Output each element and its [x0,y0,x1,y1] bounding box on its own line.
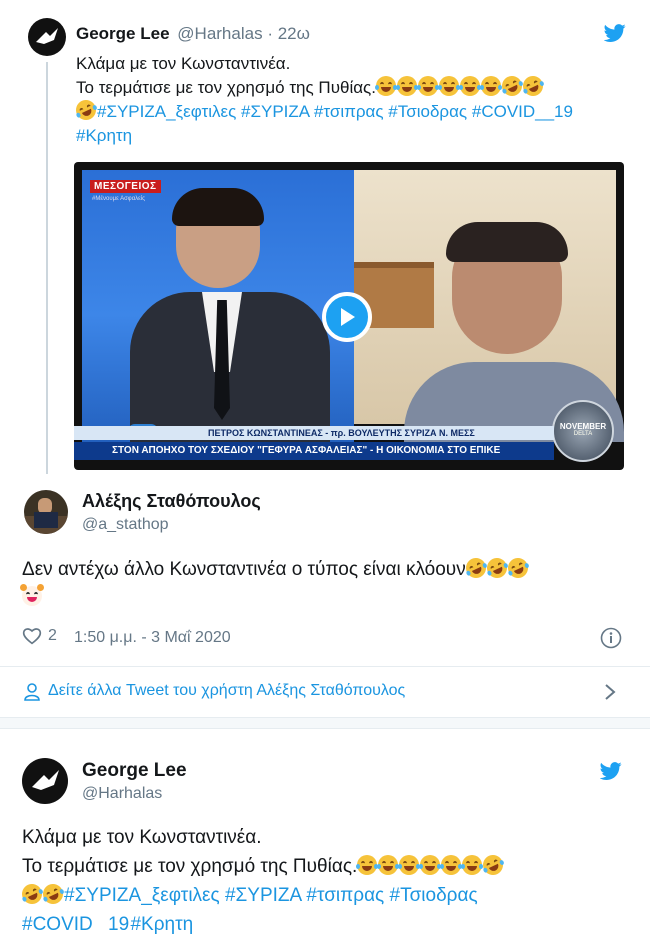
hashtag-link[interactable]: #Κρητη [76,126,132,145]
reply-text: Δεν αντέχω άλλο Κωνσταντινέα ο τύπος είν… [22,559,466,580]
channel-subtitle: #Μένουμε Ασφαλείς [92,196,146,202]
hashtag-link[interactable]: #τσιπρας [314,102,384,121]
clown-emoji-icon [20,584,44,606]
lower-third-text: ΠΕΤΡΟΣ ΚΩΝΣΤΑΝΤΙΝΕΑΣ - πρ. ΒΟΥΛΕΥΤΗΣ ΣΥΡ… [208,428,475,438]
show-badge: NOVEMBER DELTA [552,400,614,462]
hashtag-link[interactable]: #ΣΥΡΙΖΑ_ξεφτιλες [64,885,220,906]
rofl-emoji-icon [39,880,67,908]
joy-emoji-icon [437,76,460,96]
tweet-text-line: Το τερμάτισε με τον χρησμό της Πυθίας. [76,78,376,97]
section-gap [0,717,650,729]
rofl-emoji-icon [504,554,531,582]
play-icon [341,308,355,326]
guest-figure [404,222,624,442]
badge-title: NOVEMBER [559,422,607,431]
joy-emoji-icon [398,855,421,875]
hashtag-link[interactable]: #Τσιοδρας [390,885,478,906]
hashtag-link[interactable]: 19 [108,914,129,935]
tweet-text: Δεν αντέχω άλλο Κωνσταντινέα ο τύπος είν… [20,554,632,612]
joy-emoji-icon [461,855,484,875]
user-icon [24,683,40,701]
more-tweets-link[interactable]: Δείτε άλλα Tweet του χρήστη Αλέξης Σταθό… [0,667,650,717]
channel-logo: ΜΕΣΟΓΕΙΟΣ [90,180,161,193]
tweet-text-line: Το τερμάτισε με τον χρησμό της Πυθίας. [22,856,358,877]
rofl-emoji-icon [462,554,489,582]
hashtag-link[interactable]: #COVID [22,914,93,935]
thread-line [46,62,48,474]
badge-subtitle: DELTA [573,431,593,437]
joy-emoji-icon [374,76,397,96]
author-name[interactable]: Αλέξης Σταθόπουλος [82,491,261,512]
hashtag-link[interactable]: #ΣΥΡΙΖΑ [225,885,301,906]
channel-name: ΜΕΣΟΓΕΙΟΣ [94,181,157,192]
hashtag-link[interactable]: #Τσιοδρας [388,102,467,121]
tweet-time[interactable]: · 22ω [267,24,310,43]
hashtag-link[interactable]: #τσιπρας [306,885,384,906]
more-tweets-label: Δείτε άλλα Tweet του χρήστη Αλέξης Σταθό… [48,682,406,699]
tweet-text: Κλάμα με τον Κωνσταντινέα. Το τερμάτισε … [72,52,636,148]
rofl-emoji-icon [479,851,507,879]
hashtag-link[interactable]: #COVID__19 [472,102,573,121]
joy-emoji-icon [479,76,502,96]
like-count: 2 [48,627,57,644]
avatar[interactable] [28,18,66,56]
author-handle[interactable]: @a_stathop [82,516,169,534]
hashtag-link[interactable]: #Κρητη [130,914,193,935]
info-icon[interactable] [600,627,622,649]
author-handle[interactable]: @Harhalas [82,785,162,803]
rofl-emoji-icon [72,96,100,124]
joy-emoji-icon [458,76,481,96]
ticker-text: ΣΤΟΝ ΑΠΟΗΧΟ ΤΟΥ ΣΧΕΔΙΟΥ "ΓΕΦΥΡΑ ΑΣΦΑΛΕΙΑ… [112,445,501,456]
tweet-text-line: Κλάμα με τον Κωνσταντινέα. [76,54,291,73]
heart-icon [22,628,42,645]
author-handle[interactable]: @Harhalas [177,24,262,43]
twitter-bird-icon[interactable] [600,760,622,782]
chevron-right-icon [605,684,616,700]
twitter-bird-icon[interactable] [604,22,626,44]
anchor-figure [130,182,330,452]
play-button[interactable] [322,292,372,342]
hashtag-link[interactable]: #ΣΥΡΙΖΑ [241,102,309,121]
like-button[interactable]: 2 [22,627,57,645]
joy-emoji-icon [395,76,418,96]
joy-emoji-icon [377,855,400,875]
tweet-text: Κλάμα με τον Κωνσταντινέα. Το τερμάτισε … [18,823,642,939]
news-ticker: ΣΤΟΝ ΑΠΟΗΧΟ ΤΟΥ ΣΧΕΔΙΟΥ "ΓΕΦΥΡΑ ΑΣΦΑΛΕΙΑ… [74,442,554,460]
avatar[interactable] [24,490,68,534]
rofl-emoji-icon [519,72,547,100]
author-name[interactable]: George Lee [76,24,170,43]
rofl-emoji-icon [483,554,510,582]
tweet-timestamp[interactable]: 1:50 μ.μ. - 3 Μαΐ 2020 [74,629,231,647]
joy-emoji-icon [419,855,442,875]
lower-third: ΠΕΤΡΟΣ ΚΩΝΣΤΑΝΤΙΝΕΑΣ - πρ. ΒΟΥΛΕΥΤΗΣ ΣΥΡ… [74,426,554,440]
hashtag-link[interactable]: #ΣΥΡΙΖΑ_ξεφτιλες [97,102,236,121]
video-player[interactable]: ΜΕΣΟΓΕΙΟΣ #Μένουμε Ασφαλείς NOVEMBER DEL… [74,162,624,470]
joy-emoji-icon [356,855,379,875]
tweet-text-line: Κλάμα με τον Κωνσταντινέα. [22,827,262,848]
author-name[interactable]: George Lee [82,760,187,782]
joy-emoji-icon [440,855,463,875]
rofl-emoji-icon [18,880,46,908]
rofl-emoji-icon [498,72,526,100]
avatar[interactable] [22,758,68,804]
joy-emoji-icon [416,76,439,96]
